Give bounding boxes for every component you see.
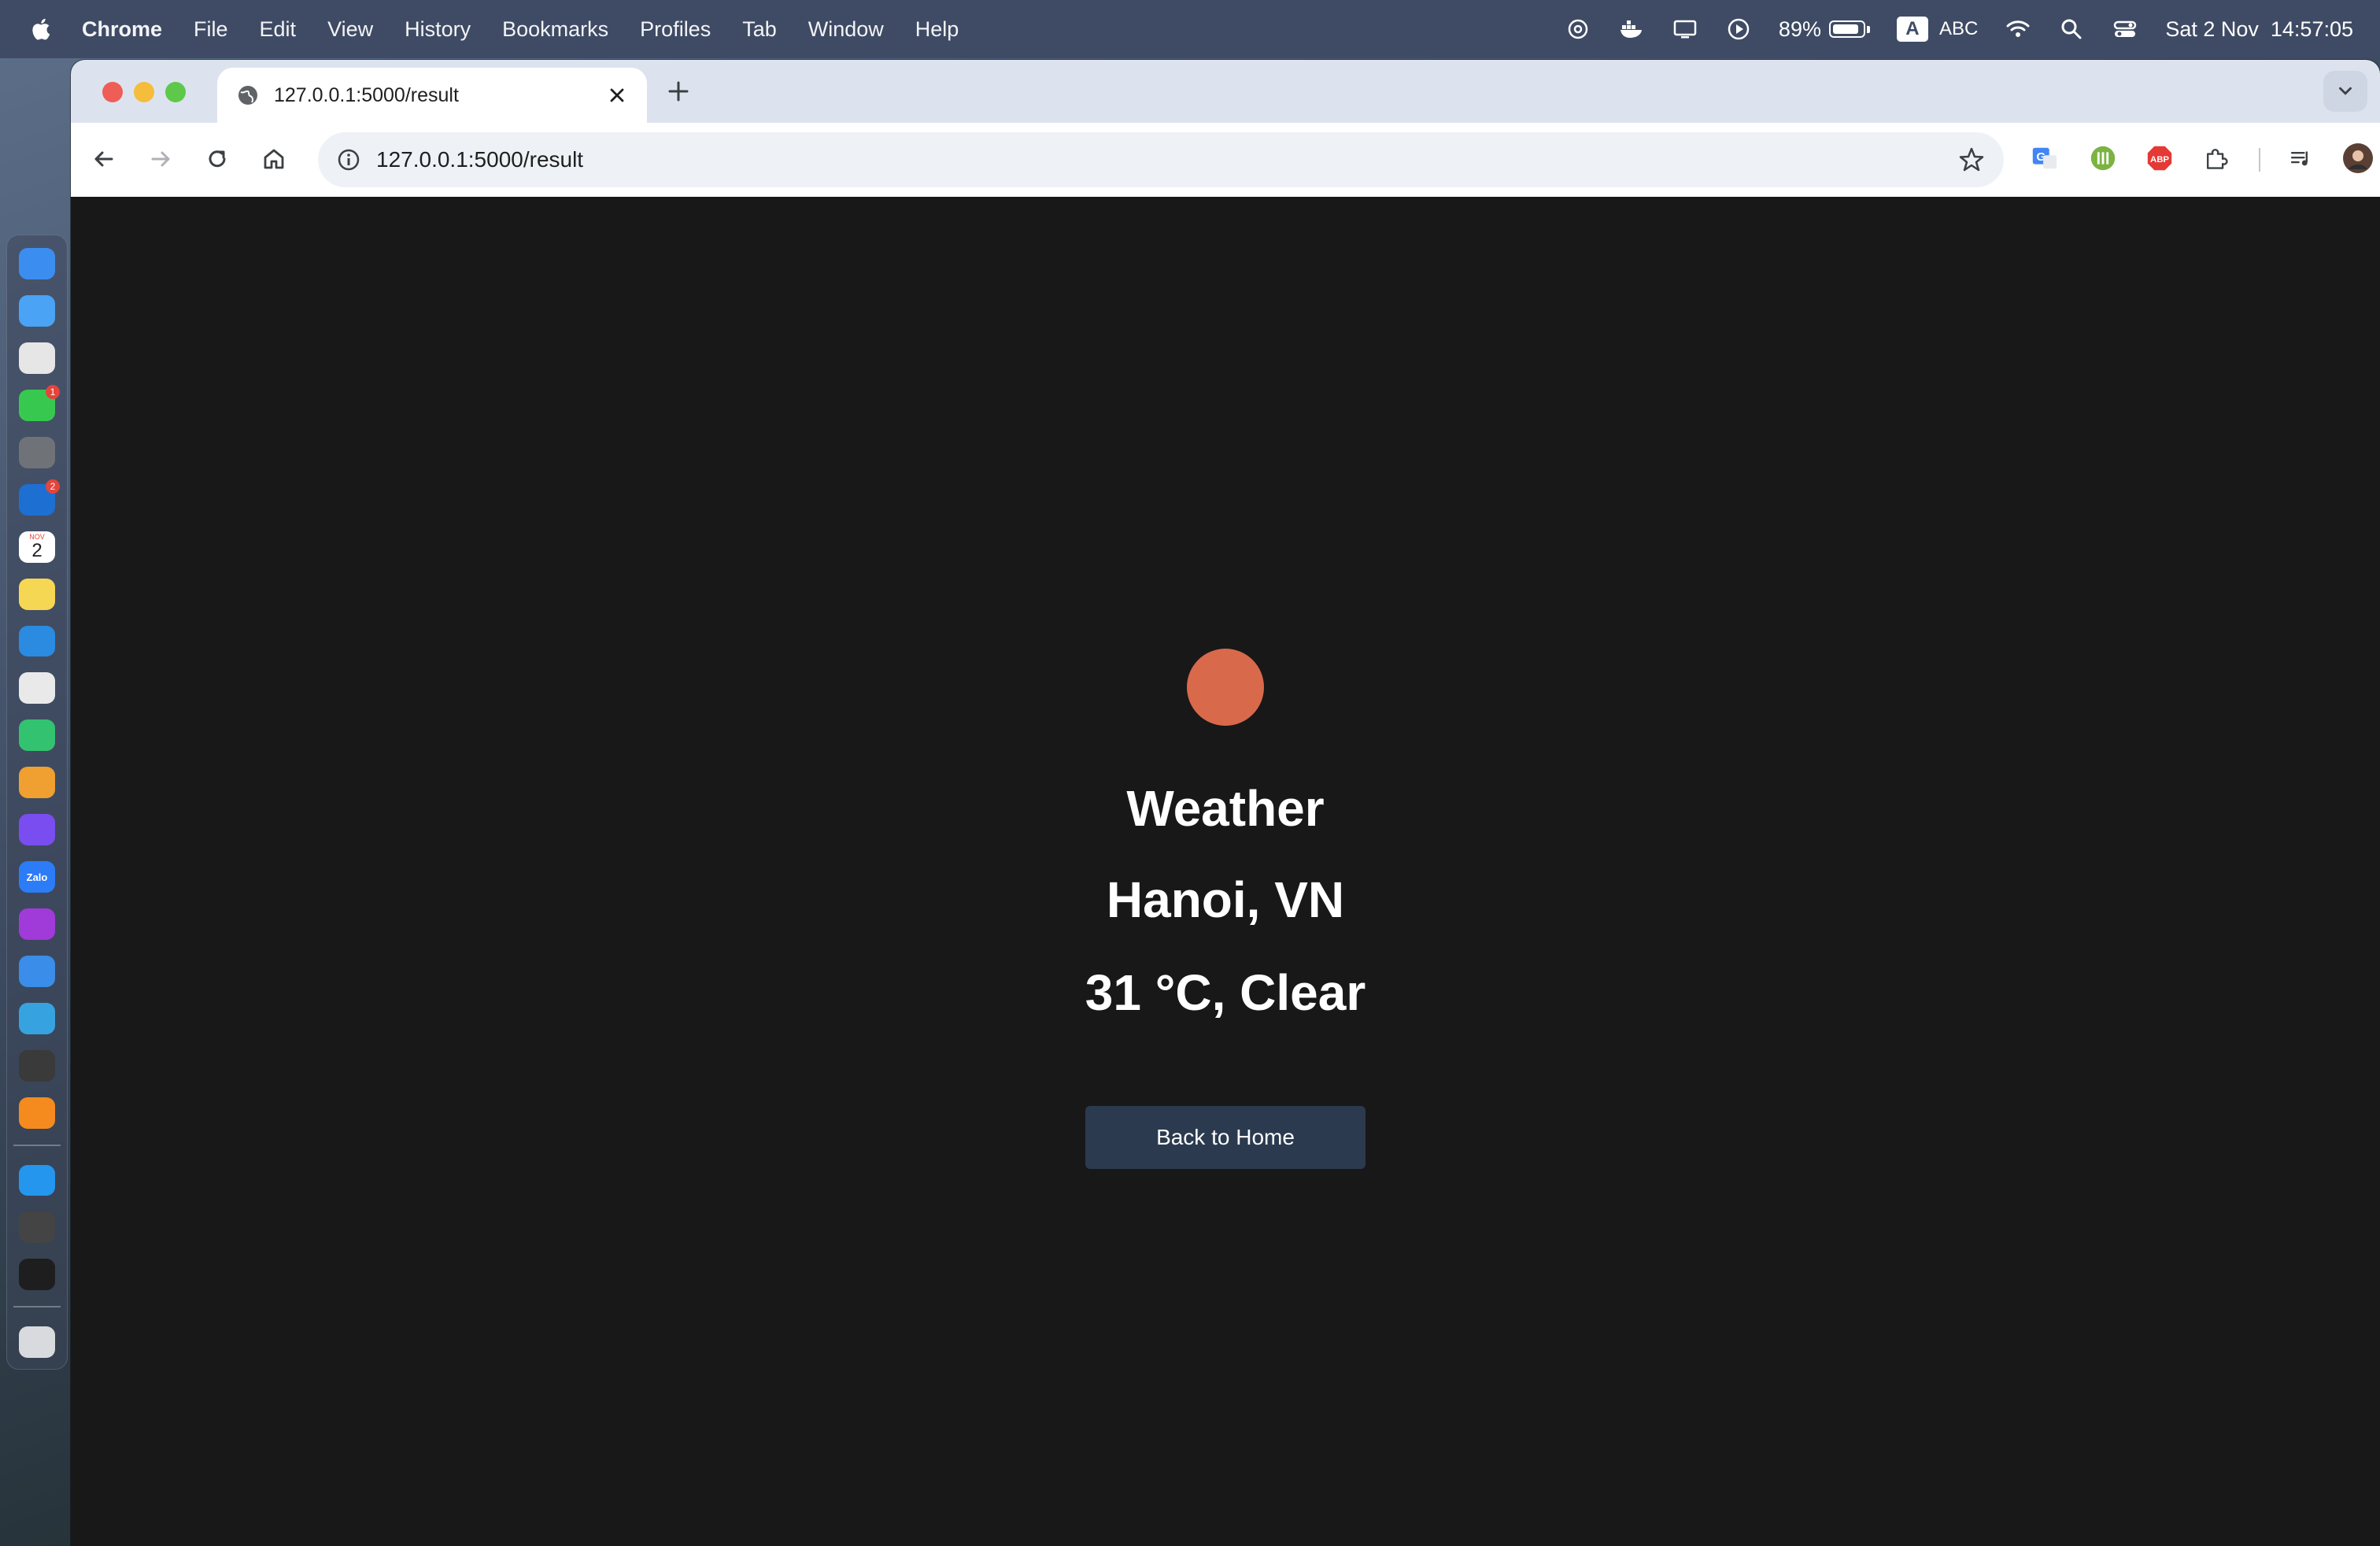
profile-avatar[interactable] — [2341, 141, 2375, 176]
forward-arrow-icon[interactable] — [142, 140, 179, 178]
vlc-icon[interactable] — [19, 1097, 55, 1129]
system-settings-icon[interactable] — [19, 436, 55, 468]
new-tab-plus-icon[interactable] — [663, 76, 694, 107]
menubar-clock[interactable]: Sat 2 Nov 14:57:05 — [2165, 17, 2353, 42]
notification-badge: 1 — [46, 384, 60, 399]
shield-app-icon[interactable] — [19, 719, 55, 752]
docker-status-icon[interactable] — [1618, 16, 1645, 43]
menu-profiles[interactable]: Profiles — [640, 17, 711, 42]
window-close-button[interactable] — [102, 82, 123, 102]
page-heading: Weather — [1126, 780, 1325, 837]
google-translate-extension-icon[interactable]: G — [2027, 141, 2062, 176]
dock-separator — [13, 1306, 61, 1308]
chrome-icon[interactable] — [19, 672, 55, 705]
vscode-icon[interactable] — [19, 625, 55, 657]
back-arrow-icon[interactable] — [85, 140, 123, 178]
battery-icon — [1828, 20, 1865, 38]
apple-logo-icon[interactable] — [30, 17, 50, 41]
menu-edit[interactable]: Edit — [260, 17, 297, 42]
reload-icon[interactable] — [198, 140, 236, 178]
display-icon[interactable] — [1672, 16, 1698, 43]
notification-badge: 2 — [46, 479, 60, 494]
tab-title: 127.0.0.1:5000/result — [274, 83, 459, 106]
dock-separator — [13, 1144, 61, 1146]
telegram-icon[interactable] — [19, 1003, 55, 1034]
preview-icon[interactable] — [19, 1211, 55, 1244]
url-text[interactable]: 127.0.0.1:5000/result — [376, 147, 583, 172]
dock: 1 2 NOV 2 Zalo — [6, 235, 68, 1370]
now-playing-icon[interactable] — [1725, 16, 1752, 43]
menu-file[interactable]: File — [194, 17, 228, 42]
tab-close-icon[interactable] — [604, 83, 630, 108]
menu-bookmarks[interactable]: Bookmarks — [502, 17, 608, 42]
launchpad-icon[interactable] — [19, 342, 55, 374]
back-to-home-button[interactable]: Back to Home — [1085, 1106, 1366, 1169]
messenger-icon[interactable] — [19, 814, 55, 846]
menu-app-name[interactable]: Chrome — [82, 17, 162, 42]
zalo-icon[interactable]: Zalo — [19, 861, 55, 893]
browser-toolbar: 127.0.0.1:5000/result G ABP — [71, 123, 2380, 198]
chatgpt-status-icon[interactable] — [1565, 16, 1591, 43]
notes-icon[interactable] — [19, 578, 55, 610]
calendar-icon[interactable]: NOV 2 — [19, 531, 55, 563]
window-zoom-button[interactable] — [165, 82, 186, 102]
window-minimize-button[interactable] — [134, 82, 154, 102]
podcasts-icon[interactable] — [19, 908, 55, 941]
address-bar[interactable]: 127.0.0.1:5000/result — [318, 132, 2004, 187]
control-center-icon[interactable] — [2112, 16, 2138, 43]
adblock-plus-icon[interactable]: ABP — [2142, 141, 2177, 176]
extensions-puzzle-icon[interactable] — [2199, 141, 2234, 176]
menu-window[interactable]: Window — [808, 17, 884, 42]
terminal-icon[interactable] — [19, 1259, 55, 1291]
calendar-day: 2 — [31, 539, 42, 561]
docker-icon[interactable] — [19, 1164, 55, 1196]
toolbar-divider — [2259, 148, 2260, 172]
battery-status[interactable]: 89% — [1779, 17, 1870, 42]
home-icon[interactable] — [255, 140, 293, 178]
tab-search-chevron-down-icon[interactable] — [2323, 71, 2367, 112]
browser-window: 127.0.0.1:5000/result 127.0.0.1:5000/res… — [71, 60, 2380, 1546]
menu-bar: Chrome File Edit View History Bookmarks … — [0, 0, 2380, 58]
media-controls-icon[interactable] — [2284, 141, 2319, 176]
input-source-label[interactable]: ABC — [1939, 18, 1978, 40]
grammar-extension-icon[interactable] — [2086, 141, 2120, 176]
zalo-label: Zalo — [26, 871, 48, 883]
spotlight-search-icon[interactable] — [2058, 16, 2085, 43]
menu-view[interactable]: View — [327, 17, 373, 42]
menu-tab[interactable]: Tab — [742, 17, 777, 42]
trash-icon[interactable] — [19, 1326, 55, 1359]
safari-icon[interactable] — [19, 294, 55, 327]
outlook-icon[interactable]: 2 — [19, 479, 60, 516]
svg-text:ABP: ABP — [2150, 155, 2169, 165]
photos-icon[interactable] — [19, 767, 55, 799]
location-text: Hanoi, VN — [1106, 871, 1345, 928]
wifi-icon[interactable] — [2005, 16, 2031, 43]
battery-percent: 89% — [1778, 17, 1821, 41]
menu-history[interactable]: History — [405, 17, 471, 42]
bookmark-star-icon[interactable] — [1957, 145, 1986, 175]
tab-strip: 127.0.0.1:5000/result — [71, 60, 2380, 123]
weather-app-icon[interactable] — [19, 956, 55, 987]
menu-help[interactable]: Help — [915, 17, 959, 42]
tab-active[interactable]: 127.0.0.1:5000/result — [217, 68, 647, 123]
finder-icon[interactable] — [19, 248, 55, 279]
status-area: 89% A ABC Sat 2 Nov 14:57:05 — [1565, 0, 2353, 58]
conditions-text: 31 °C, Clear — [1085, 964, 1366, 1021]
globe-icon — [236, 83, 260, 107]
input-source-badge[interactable]: A — [1896, 17, 1928, 42]
page-content: Weather Hanoi, VN 31 °C, Clear Back to H… — [71, 197, 2380, 1546]
chatgpt-icon[interactable] — [19, 1049, 55, 1082]
site-info-icon[interactable] — [335, 146, 362, 173]
messages-icon[interactable]: 1 — [19, 384, 60, 421]
weather-sun-icon — [1187, 649, 1264, 726]
